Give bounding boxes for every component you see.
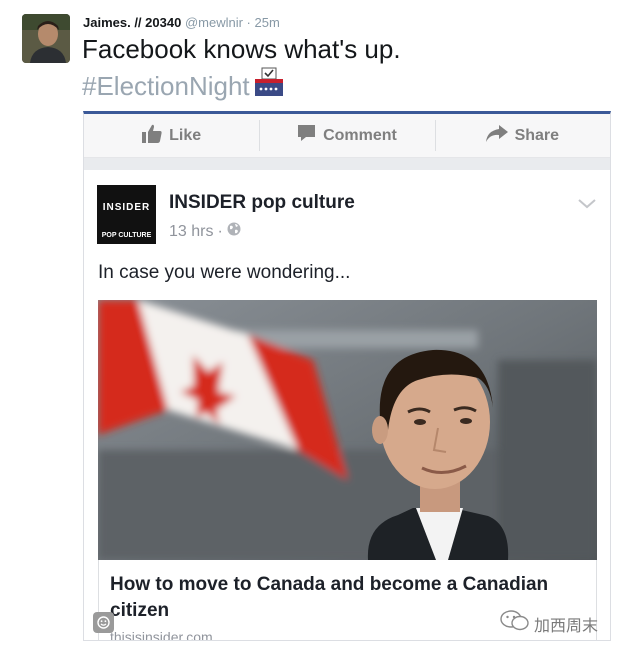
share-button[interactable]: Share <box>434 114 610 157</box>
display-name[interactable]: Jaimes. // 20340 <box>83 15 181 30</box>
like-button[interactable]: Like <box>84 114 259 157</box>
hashtag-line: #ElectionNight <box>82 67 286 104</box>
logo-line-1: INSIDER <box>100 202 153 213</box>
hashtag-link[interactable]: #ElectionNight <box>82 70 250 102</box>
facebook-post: INSIDER POP CULTURE INSIDER pop culture … <box>84 170 610 641</box>
divider <box>84 158 610 170</box>
tweet-meta: Jaimes. // 20340 @mewlnir · 25m <box>83 14 280 31</box>
page-logo[interactable]: INSIDER POP CULTURE <box>97 185 156 244</box>
like-label: Like <box>169 126 202 144</box>
page-name[interactable]: INSIDER pop culture <box>169 192 355 214</box>
user-handle[interactable]: @mewlnir <box>185 15 243 30</box>
logo-line-2: POP CULTURE <box>101 232 152 239</box>
globe-icon <box>227 222 241 241</box>
comment-icon <box>297 124 316 147</box>
comment-button[interactable]: Comment <box>259 114 434 157</box>
post-time: 13 hrs · <box>169 222 241 241</box>
facebook-embed: Like Comment Share INSIDER POP CULTURE I… <box>83 111 611 641</box>
tweet-text: Facebook knows what's up. <box>82 34 401 64</box>
link-preview-image[interactable] <box>98 300 597 560</box>
post-caption: In case you were wondering... <box>98 262 351 283</box>
meta-separator: · <box>246 15 251 30</box>
share-label: Share <box>514 126 560 144</box>
wechat-icon <box>500 610 530 637</box>
watermark: 加西周末 <box>500 610 598 637</box>
tweet-timestamp[interactable]: 25m <box>255 15 280 30</box>
watermark-text: 加西周末 <box>533 617 598 635</box>
time-separator: · <box>217 222 223 240</box>
post-timestamp[interactable]: 13 hrs <box>169 223 213 241</box>
avatar[interactable] <box>22 14 70 63</box>
smiley-icon[interactable] <box>93 612 114 633</box>
chevron-down-icon[interactable] <box>578 196 596 214</box>
share-arrow-icon <box>485 124 508 147</box>
ballot-box-icon <box>252 67 286 104</box>
comment-label: Comment <box>323 126 397 144</box>
facebook-action-bar: Like Comment Share <box>84 114 610 158</box>
link-source: thisisinsider.com <box>110 629 213 641</box>
thumbs-up-icon <box>142 124 162 148</box>
